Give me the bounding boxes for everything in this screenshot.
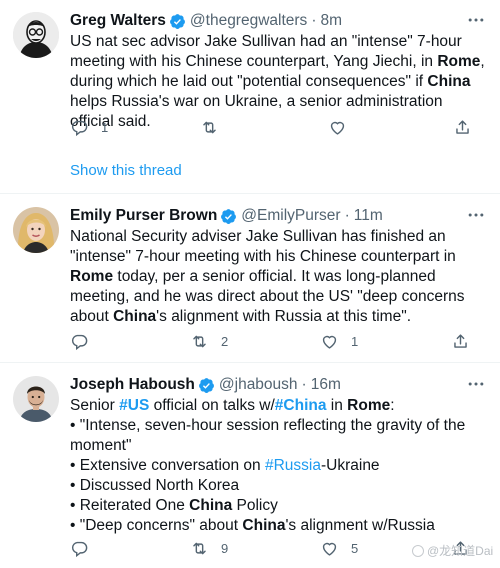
- author-handle[interactable]: @thegregwalters: [190, 12, 307, 30]
- timestamp[interactable]: 8m: [320, 12, 342, 30]
- author-name[interactable]: Joseph Haboush: [70, 376, 195, 394]
- show-thread-link[interactable]: Show this thread: [70, 162, 182, 179]
- retweet-icon: [193, 542, 206, 555]
- tweet-actions: 2 1: [70, 332, 470, 352]
- list-item: • Extensive conversation on #Russia-Ukra…: [70, 457, 380, 474]
- timestamp[interactable]: 11m: [354, 207, 383, 225]
- tweet-header: Emily Purser Brown @EmilyPurser · 11m: [70, 205, 383, 227]
- like-icon: [322, 542, 337, 556]
- reply-icon: [71, 120, 88, 137]
- avatar[interactable]: [13, 12, 59, 58]
- verified-badge-icon: [221, 208, 237, 224]
- tweet-actions: 1: [70, 118, 470, 138]
- like-button[interactable]: 5: [320, 539, 358, 558]
- author-handle[interactable]: @EmilyPurser: [241, 207, 340, 225]
- bullet-list: • "Intense, seven-hour session reflectin…: [70, 416, 490, 536]
- author-name[interactable]: Emily Purser Brown: [70, 207, 217, 225]
- list-item: • Reiterated One China Policy: [70, 497, 278, 514]
- share-button[interactable]: [451, 332, 470, 351]
- reply-icon: [71, 541, 88, 558]
- timestamp[interactable]: 16m: [311, 376, 341, 394]
- author-name[interactable]: Greg Walters: [70, 12, 166, 30]
- verified-badge-icon: [169, 13, 185, 29]
- watermark-text: @龙知道Dai: [427, 544, 494, 558]
- tweet-header: Greg Walters @thegregwalters · 8m: [70, 10, 342, 32]
- share-icon: [456, 120, 469, 134]
- author-handle[interactable]: @jhaboush: [219, 376, 298, 394]
- reply-icon: [71, 334, 88, 351]
- list-item: • "Intense, seven-hour session reflectin…: [70, 417, 466, 454]
- list-item: • Discussed North Korea: [70, 477, 240, 494]
- share-button[interactable]: [453, 118, 472, 137]
- like-count: 5: [351, 541, 359, 556]
- divider: [0, 193, 500, 194]
- like-icon: [322, 335, 337, 349]
- more-icon[interactable]: [466, 207, 486, 223]
- reply-count: 1: [101, 120, 109, 135]
- watermark: @龙知道Dai: [412, 542, 493, 559]
- like-icon: [330, 121, 345, 135]
- weibo-icon: [412, 544, 424, 557]
- tweet[interactable]: Emily Purser Brown @EmilyPurser · 11m Na…: [0, 205, 500, 355]
- separator-dot: ·: [311, 12, 317, 29]
- reply-button[interactable]: [70, 539, 101, 558]
- retweet-icon: [203, 121, 216, 134]
- tweet-text: National Security adviser Jake Sullivan …: [70, 228, 465, 325]
- retweet-button[interactable]: 9: [190, 539, 228, 558]
- retweet-button[interactable]: [200, 118, 231, 137]
- reply-button[interactable]: [70, 332, 101, 351]
- more-icon[interactable]: [466, 12, 486, 28]
- tweet-text: US nat sec advisor Jake Sullivan had an …: [70, 33, 485, 130]
- tweet-header: Joseph Haboush @jhaboush · 16m: [70, 374, 341, 396]
- avatar[interactable]: [13, 376, 59, 422]
- retweet-count: 2: [221, 334, 229, 349]
- like-button[interactable]: 1: [320, 332, 358, 351]
- list-item: • "Deep concerns" about China's alignmen…: [70, 517, 435, 534]
- avatar[interactable]: [13, 207, 59, 253]
- like-button[interactable]: [328, 118, 359, 137]
- tweet-actions: 9 5: [70, 539, 470, 559]
- tweet-text: Senior #US official on talks w/#China in…: [70, 396, 490, 536]
- retweet-button[interactable]: 2: [190, 332, 228, 351]
- retweet-count: 9: [221, 541, 229, 556]
- tweet[interactable]: Joseph Haboush @jhaboush · 16m Senior #U…: [0, 374, 500, 568]
- divider: [0, 362, 500, 363]
- retweet-icon: [193, 335, 206, 348]
- separator-dot: ·: [344, 207, 350, 224]
- more-icon[interactable]: [466, 376, 486, 392]
- tweet[interactable]: Greg Walters @thegregwalters · 8m US nat…: [0, 10, 500, 190]
- share-icon: [454, 334, 467, 348]
- reply-button[interactable]: 1: [70, 118, 108, 137]
- tweet-lead-line: Senior #US official on talks w/#China in…: [70, 397, 395, 414]
- like-count: 1: [351, 334, 359, 349]
- verified-badge-icon: [198, 377, 214, 393]
- separator-dot: ·: [301, 376, 307, 393]
